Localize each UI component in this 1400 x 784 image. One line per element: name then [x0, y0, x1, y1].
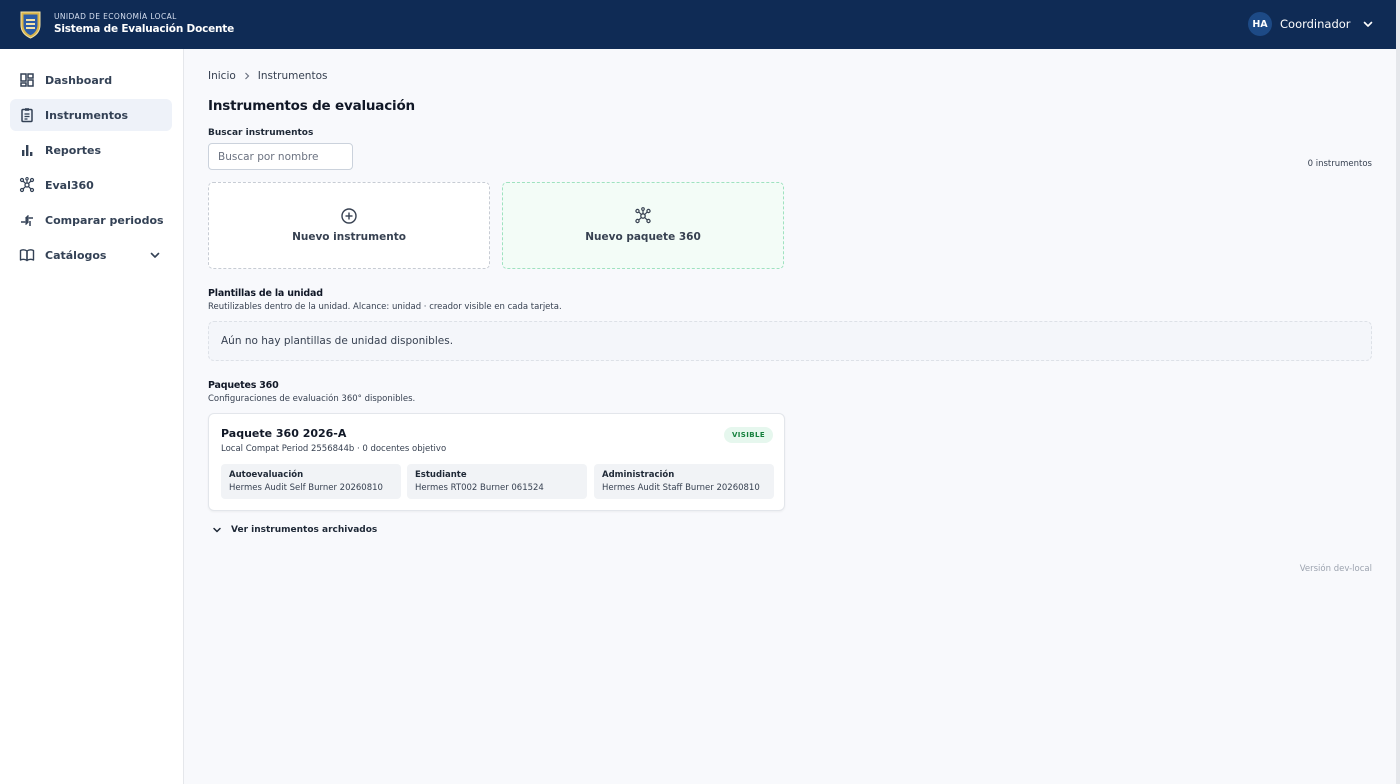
org-name: UNIDAD DE ECONOMÍA LOCAL	[54, 12, 177, 21]
breadcrumb: Inicio Instrumentos	[208, 70, 327, 82]
bar-chart-icon	[22, 145, 33, 156]
scrollbar[interactable]	[1396, 0, 1400, 784]
chevron-down-icon	[150, 252, 160, 258]
role-card-autoevaluacion: Autoevaluación Hermes Audit Self Burner …	[221, 464, 401, 499]
chevron-down-icon	[213, 527, 221, 533]
sidebar-item-eval360[interactable]: Eval360	[10, 169, 172, 201]
new-package-label: Nuevo paquete 360	[585, 231, 701, 243]
status-badge: VISIBLE	[723, 427, 773, 443]
sidebar-item-label: Reportes	[45, 143, 102, 157]
brand: UNIDAD DE ECONOMÍA LOCAL Sistema de Eval…	[54, 12, 234, 36]
sidebar-item-comparar-periodos[interactable]: Comparar periodos	[10, 204, 172, 236]
view-archived-toggle[interactable]: Ver instrumentos archivados	[211, 524, 377, 536]
sidebar-item-label: Instrumentos	[45, 108, 129, 122]
book-icon	[19, 249, 35, 262]
sidebar-item-instrumentos[interactable]: Instrumentos	[10, 99, 172, 131]
packages-title: Paquetes 360	[208, 380, 279, 391]
new-instrument-button[interactable]: Nuevo instrumento	[208, 182, 490, 269]
sidebar-item-label: Dashboard	[45, 73, 113, 87]
sidebar-item-label: Eval360	[45, 178, 94, 192]
packages-subtitle: Configuraciones de evaluación 360° dispo…	[208, 394, 416, 404]
breadcrumb-current: Instrumentos	[257, 70, 328, 82]
search-label: Buscar instrumentos	[208, 128, 314, 138]
package-name: Paquete 360 2026-A	[221, 427, 347, 440]
version-label: Versión dev-local	[1299, 564, 1372, 574]
sidebar: Dashboard Instrumentos Reportes Eval360 …	[0, 49, 184, 784]
role-instrument: Hermes Audit Self Burner 20260810	[229, 483, 383, 493]
network-icon	[635, 207, 651, 224]
new-package-360-button[interactable]: Nuevo paquete 360	[502, 182, 784, 269]
package-card[interactable]: Paquete 360 2026-A Local Compat Period 2…	[208, 413, 785, 511]
role-title: Administración	[602, 470, 675, 480]
clipboard-icon	[21, 108, 33, 123]
templates-empty-state: Aún no hay plantillas de unidad disponib…	[208, 321, 1372, 361]
role-card-estudiante: Estudiante Hermes RT002 Burner 061524	[407, 464, 587, 499]
sidebar-item-label: Catálogos	[45, 248, 107, 262]
avatar: HA	[1248, 12, 1272, 36]
user-role: Coordinador	[1280, 17, 1351, 31]
templates-empty-text: Aún no hay plantillas de unidad disponib…	[221, 335, 454, 347]
breadcrumb-home[interactable]: Inicio	[208, 70, 236, 82]
search-input[interactable]	[208, 143, 353, 170]
templates-title: Plantillas de la unidad	[208, 288, 323, 299]
new-instrument-label: Nuevo instrumento	[292, 231, 406, 243]
page-title: Instrumentos de evaluación	[208, 98, 415, 114]
templates-subtitle: Reutilizables dentro de la unidad. Alcan…	[208, 302, 562, 312]
chevron-right-icon	[244, 72, 250, 80]
package-meta: Local Compat Period 2556844b · 0 docente…	[221, 444, 447, 454]
compare-arrows-icon	[21, 214, 33, 226]
role-instrument: Hermes RT002 Burner 061524	[415, 483, 544, 493]
view-archived-label: Ver instrumentos archivados	[231, 525, 378, 535]
dashboard-icon	[20, 73, 34, 87]
role-title: Autoevaluación	[229, 470, 304, 480]
top-header: UNIDAD DE ECONOMÍA LOCAL Sistema de Eval…	[0, 0, 1396, 49]
sidebar-item-reportes[interactable]: Reportes	[10, 134, 172, 166]
user-menu[interactable]: HA Coordinador	[1248, 12, 1375, 36]
sidebar-item-label: Comparar periodos	[45, 213, 164, 227]
network-icon	[19, 177, 35, 193]
chevron-down-icon	[1363, 21, 1372, 27]
role-instrument: Hermes Audit Staff Burner 20260810	[602, 483, 760, 493]
sidebar-item-dashboard[interactable]: Dashboard	[10, 64, 172, 96]
app-title: Sistema de Evaluación Docente	[54, 23, 235, 35]
plus-circle-icon	[341, 208, 357, 224]
university-shield-logo-icon	[20, 11, 41, 39]
role-title: Estudiante	[415, 470, 467, 480]
role-card-administracion: Administración Hermes Audit Staff Burner…	[594, 464, 774, 499]
sidebar-item-catalogos[interactable]: Catálogos	[10, 239, 172, 271]
instrument-count: 0 instrumentos	[1307, 159, 1372, 169]
